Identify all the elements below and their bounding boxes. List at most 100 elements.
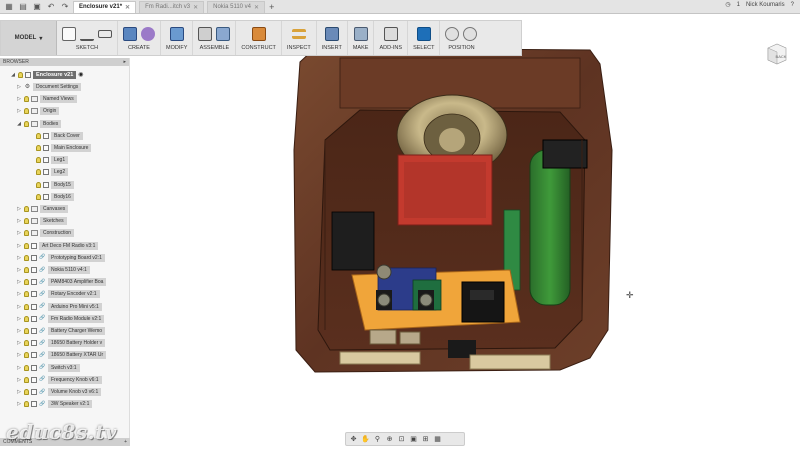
- tab-nokia[interactable]: Nokia 5110 v4 ✕: [207, 0, 266, 13]
- construct-group[interactable]: CONSTRUCT: [236, 21, 282, 55]
- notification-count[interactable]: 1: [737, 2, 740, 8]
- expand-icon[interactable]: +: [124, 439, 127, 445]
- expand-arrow-icon[interactable]: ▷: [16, 243, 22, 249]
- browser-row[interactable]: ▷ 🔗 Nokia 5110 v4:1: [16, 265, 90, 275]
- browser-row[interactable]: ▷ 🔗 Rotary Encoder v2:1: [16, 289, 100, 299]
- fit-icon[interactable]: ⊡: [397, 435, 406, 444]
- visibility-bulb-icon[interactable]: [24, 254, 29, 261]
- visibility-bulb-icon[interactable]: [24, 291, 29, 298]
- browser-row[interactable]: Leg1: [28, 155, 69, 165]
- clock-icon[interactable]: ◷: [725, 1, 730, 8]
- visibility-bulb-icon[interactable]: [24, 242, 29, 249]
- rectangle-icon[interactable]: [98, 30, 112, 38]
- zoom-window-icon[interactable]: ⊕: [385, 435, 394, 444]
- browser-row[interactable]: ▷ 🔗 PAM8403 Amplifier Boa: [16, 277, 107, 287]
- insert-image-icon[interactable]: [324, 27, 339, 41]
- browser-header[interactable]: BROWSER ▸: [0, 58, 129, 66]
- zoom-icon[interactable]: ⚲: [373, 435, 382, 444]
- expand-arrow-icon[interactable]: ▷: [16, 377, 22, 383]
- new-tab-button[interactable]: +: [269, 2, 274, 12]
- browser-row[interactable]: ▷ 🔗 Arduino Pro Mini v5:1: [16, 302, 102, 312]
- browser-row[interactable]: ▷ ⚙ Document Settings: [16, 82, 82, 92]
- visibility-bulb-icon[interactable]: [24, 267, 29, 273]
- user-name[interactable]: Nick Koumaris: [746, 2, 785, 8]
- expand-arrow-icon[interactable]: ▷: [16, 340, 22, 346]
- expand-arrow-icon[interactable]: ▷: [16, 84, 22, 90]
- expand-arrow-icon[interactable]: ▷: [16, 267, 22, 273]
- browser-row[interactable]: ▷ Construction: [16, 228, 75, 238]
- addins-group[interactable]: ADD-INS: [374, 21, 409, 55]
- create-group[interactable]: CREATE: [118, 21, 161, 55]
- select-group[interactable]: SELECT: [408, 21, 441, 55]
- measure-icon[interactable]: [291, 29, 306, 39]
- visibility-bulb-icon[interactable]: [24, 120, 29, 127]
- close-icon[interactable]: ✕: [125, 4, 130, 11]
- visibility-bulb-icon[interactable]: [24, 206, 29, 212]
- pan-icon[interactable]: ✋: [361, 435, 370, 444]
- collapse-icon[interactable]: ▸: [123, 59, 126, 65]
- visibility-bulb-icon[interactable]: [36, 193, 41, 200]
- browser-row[interactable]: Body16: [28, 192, 74, 202]
- modify-group[interactable]: MODIFY: [161, 21, 194, 55]
- visibility-bulb-icon[interactable]: [24, 108, 29, 115]
- 3d-print-icon[interactable]: [353, 27, 368, 41]
- assemble-group[interactable]: ASSEMBLE: [193, 21, 237, 55]
- visibility-bulb-icon[interactable]: [36, 157, 41, 164]
- file-menu-icon[interactable]: ▤: [18, 2, 28, 12]
- visibility-bulb-icon[interactable]: [36, 132, 41, 139]
- visibility-bulb-icon[interactable]: [36, 169, 41, 176]
- visibility-bulb-icon[interactable]: [24, 303, 29, 310]
- expand-arrow-icon[interactable]: ▷: [16, 304, 22, 310]
- expand-arrow-icon[interactable]: ▷: [16, 328, 22, 334]
- visibility-bulb-icon[interactable]: [24, 96, 29, 103]
- browser-row[interactable]: Main Enclosure: [28, 143, 92, 153]
- active-radio-icon[interactable]: ◉: [78, 71, 83, 78]
- browser-row[interactable]: ▷ 🔗 Volume Knob v3 v6:1: [16, 387, 102, 397]
- browser-row[interactable]: ▷ Art Deco FM Radio v3:1: [16, 241, 99, 251]
- browser-row[interactable]: Back Cover: [28, 131, 83, 141]
- expand-arrow-icon[interactable]: ▷: [16, 206, 22, 212]
- expand-arrow-icon[interactable]: ▷: [16, 291, 22, 297]
- orbit-icon[interactable]: ✥: [349, 435, 358, 444]
- collapse-arrow-icon[interactable]: ◢: [16, 121, 22, 127]
- browser-row[interactable]: ▷ Origin: [16, 106, 60, 116]
- browser-row[interactable]: ▷ 🔗 Frequency Knob v6:1: [16, 375, 102, 385]
- display-settings-icon[interactable]: ▣: [409, 435, 418, 444]
- expand-arrow-icon[interactable]: ▷: [16, 365, 22, 371]
- view-cube[interactable]: BACK: [764, 40, 790, 66]
- revert-position-icon[interactable]: [463, 27, 478, 41]
- sketch-group[interactable]: SKETCH: [57, 21, 118, 55]
- redo-icon[interactable]: ↷: [60, 2, 70, 12]
- press-pull-icon[interactable]: [169, 27, 184, 41]
- visibility-bulb-icon[interactable]: [36, 145, 41, 151]
- visibility-bulb-icon[interactable]: [24, 230, 29, 237]
- close-icon[interactable]: ✕: [193, 4, 198, 11]
- expand-arrow-icon[interactable]: ▷: [16, 230, 22, 236]
- visibility-bulb-icon[interactable]: [24, 389, 29, 395]
- browser-row[interactable]: ▷ 🔗 18650 Battery Holder v: [16, 338, 106, 348]
- expand-arrow-icon[interactable]: ▷: [16, 218, 22, 224]
- save-icon[interactable]: ▣: [32, 2, 42, 12]
- visibility-bulb-icon[interactable]: [18, 71, 23, 78]
- collapse-arrow-icon[interactable]: ◢: [10, 72, 16, 78]
- tab-enclosure[interactable]: Enclosure v21* ✕: [73, 0, 137, 13]
- position-group[interactable]: POSITION: [440, 21, 482, 55]
- undo-icon[interactable]: ↶: [46, 2, 56, 12]
- select-pointer-icon[interactable]: [416, 27, 431, 41]
- tab-fm-radio[interactable]: Fm Radi...itch v3 ✕: [139, 0, 205, 13]
- browser-row[interactable]: ▷ Canvases: [16, 204, 69, 214]
- expand-arrow-icon[interactable]: ▷: [16, 316, 22, 322]
- visibility-bulb-icon[interactable]: [24, 340, 29, 347]
- expand-arrow-icon[interactable]: ▷: [16, 96, 22, 102]
- form-icon[interactable]: [141, 27, 155, 41]
- browser-row[interactable]: ◢ Bodies: [16, 119, 62, 129]
- expand-arrow-icon[interactable]: ▷: [16, 255, 22, 261]
- browser-row[interactable]: ▷ 🔗 18650 Battery XTAR Ur: [16, 350, 107, 360]
- close-icon[interactable]: ✕: [254, 4, 259, 11]
- browser-row[interactable]: ▷ Named Views: [16, 94, 77, 104]
- workspace-switcher[interactable]: MODEL ▾: [1, 21, 57, 55]
- grid-icon[interactable]: ⊞: [421, 435, 430, 444]
- browser-row[interactable]: ▷ 🔗 Fm Radio Module v2:1: [16, 314, 105, 324]
- visibility-bulb-icon[interactable]: [36, 181, 41, 188]
- visibility-bulb-icon[interactable]: [24, 328, 29, 334]
